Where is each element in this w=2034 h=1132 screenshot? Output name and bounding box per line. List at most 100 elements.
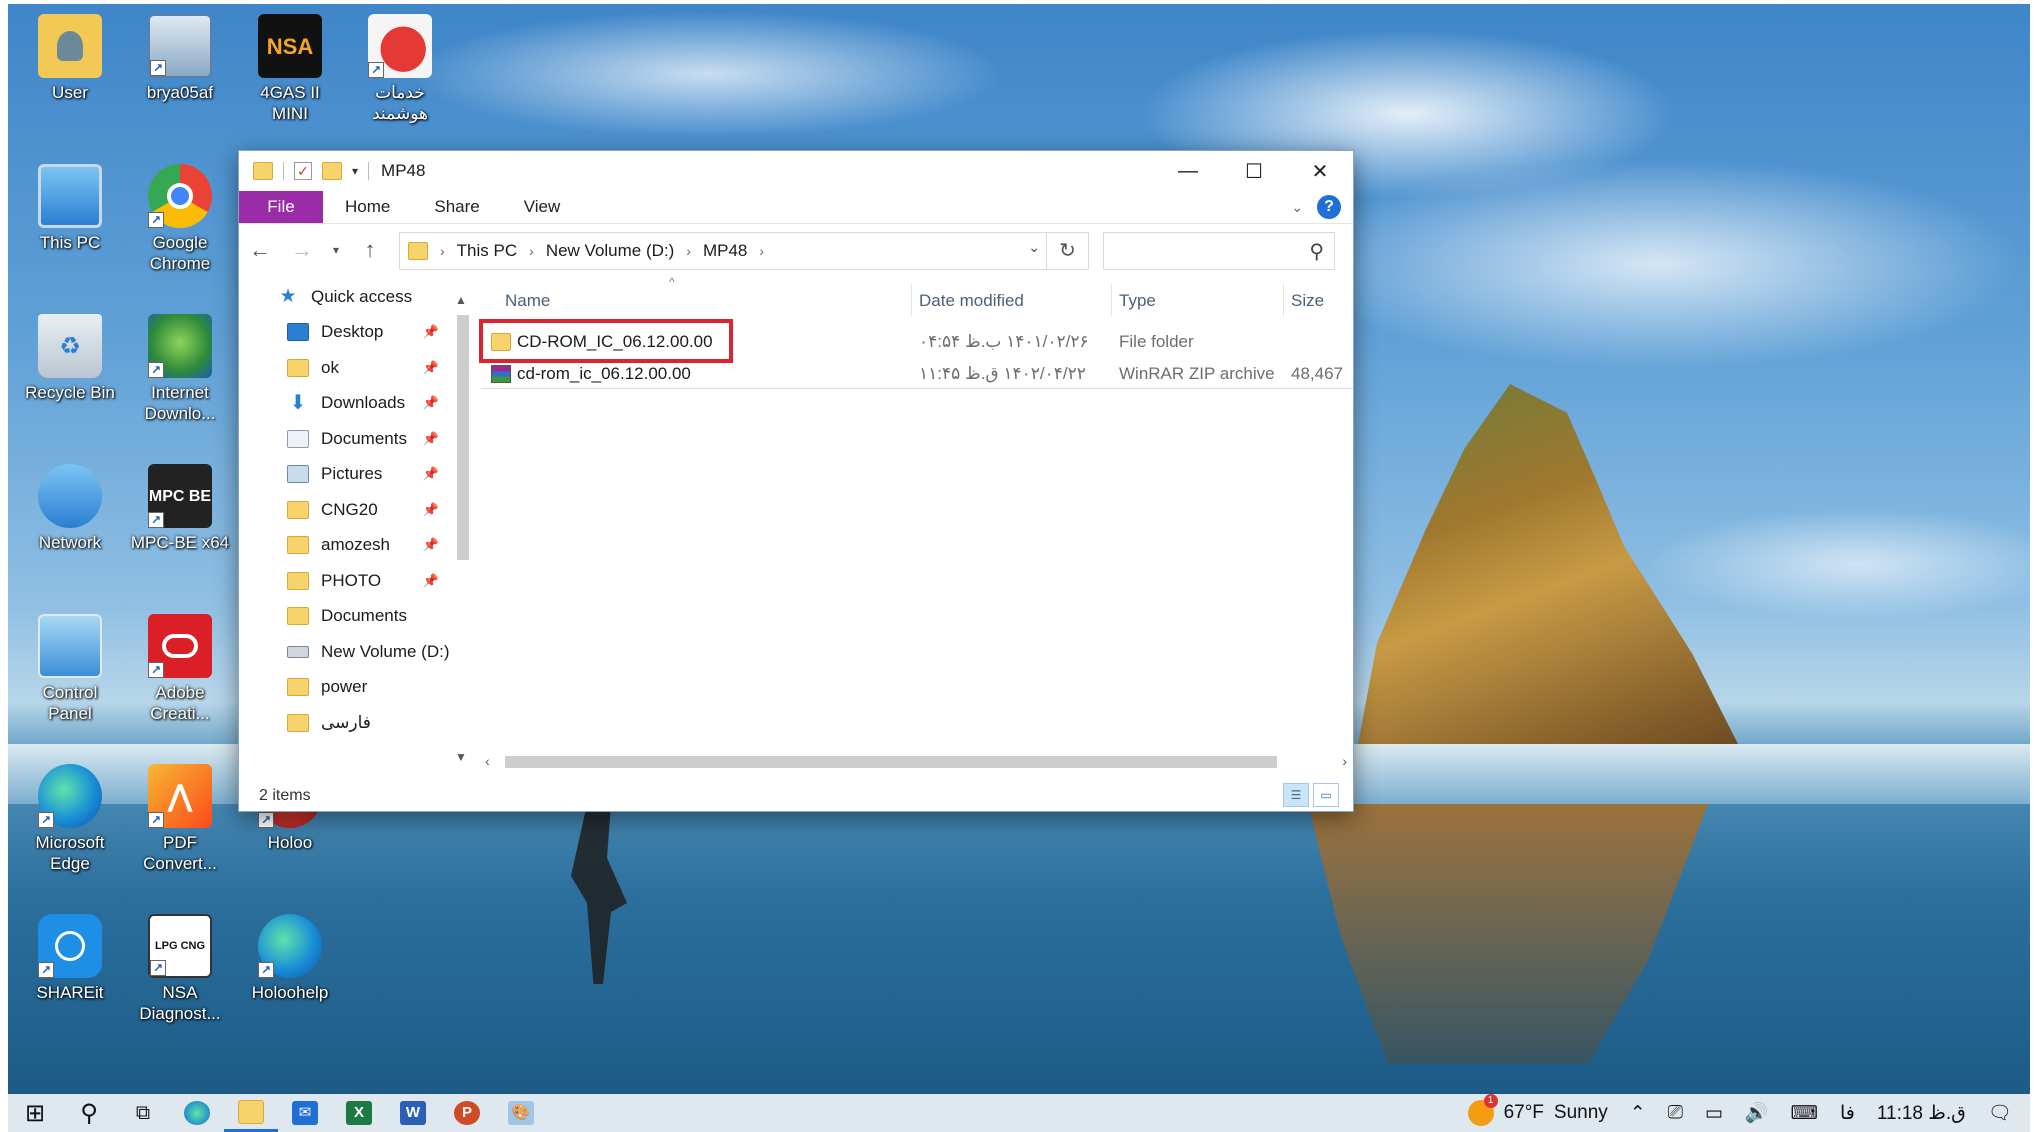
language-indicator[interactable]: فا [1840,1102,1855,1125]
taskbar-mail[interactable]: ✉ [278,1094,332,1132]
customize-toolbar-icon[interactable]: ▾ [352,164,358,178]
minimize-button[interactable]: — [1155,151,1221,191]
desktop-icon-control-panel[interactable]: Control Panel [20,614,120,724]
notifications-icon[interactable]: 🗨 [1988,1101,2012,1125]
column-header-date[interactable]: Date modified [919,291,1024,311]
scrollbar-thumb[interactable] [505,756,1277,768]
refresh-button[interactable]: ↻ [1047,232,1089,270]
column-divider[interactable] [911,283,912,317]
taskbar-word[interactable]: W [386,1094,440,1132]
folder-icon [287,571,309,590]
scroll-down-icon[interactable]: ▼ [455,750,467,764]
address-dropdown-icon[interactable]: ⌄ [1028,239,1040,256]
table-row[interactable]: cd-rom_ic_06.12.00.00 ۱۴۰۲/۰۴/۲۲ ق.ظ ۱۱:… [481,359,1353,389]
tab-share[interactable]: Share [412,191,501,223]
breadcrumb-mp48[interactable]: MP48 [703,241,747,261]
forward-arrow-icon[interactable]: → [281,237,323,263]
nav-item-farsi[interactable]: فارسی [239,705,453,741]
clock[interactable]: 11:18 ق.ظ [1877,1102,1966,1125]
search-button[interactable]: ⚲ [62,1094,116,1132]
taskbar-file-explorer[interactable] [224,1094,278,1132]
back-arrow-icon[interactable]: ← [239,237,281,263]
expand-ribbon-icon[interactable]: ⌄ [1291,199,1303,216]
nav-pane-scrollbar[interactable]: ▲ ▼ [453,291,473,766]
start-button[interactable]: ⊞ [8,1094,62,1132]
tab-view[interactable]: View [502,191,583,223]
chevron-right-icon[interactable]: › [529,243,534,259]
properties-icon[interactable]: ✓ [294,162,312,180]
breadcrumb-new-volume[interactable]: New Volume (D:) [546,241,674,261]
desktop-icon-4gas-ii-mini[interactable]: NSA 4GAS II MINI [240,14,340,124]
taskbar-paint[interactable]: 🎨 [494,1094,548,1132]
recent-locations-icon[interactable]: ▾ [323,243,349,257]
powerpoint-icon: P [454,1101,480,1125]
nav-item-photo[interactable]: PHOTO 📌 [239,563,453,599]
up-arrow-icon[interactable]: ↑ [349,237,391,263]
desktop-icon-brya05af[interactable]: ↗ brya05af [130,14,230,103]
address-bar[interactable]: › This PC › New Volume (D:) › MP48 › ⌄ [399,232,1047,270]
column-header-size[interactable]: Size [1291,291,1324,311]
tab-home[interactable]: Home [323,191,412,223]
desktop-icon-recycle-bin[interactable]: ♻ Recycle Bin [20,314,120,403]
scroll-up-icon[interactable]: ▲ [455,293,467,307]
desktop-icon-nsa-diagnostic[interactable]: LPG CNG ↗ NSA Diagnost... [130,914,230,1024]
nav-item-desktop[interactable]: Desktop 📌 [239,315,453,351]
desktop-icon-google-chrome[interactable]: ↗ Google Chrome [130,164,230,274]
nav-item-new-volume[interactable]: New Volume (D:) [239,634,453,670]
weather-widget[interactable]: 1 67°F Sunny [1467,1094,1608,1126]
title-bar[interactable]: ✓ ▾ MP48 — ☐ ✕ [239,151,1353,191]
desktop-icon-holoohelp[interactable]: ↗ Holoohelp [240,914,340,1003]
desktop-icon-smart-services[interactable]: ↗ خدمات هوشمند [350,14,450,124]
horizontal-scrollbar[interactable]: ‹ › [477,751,1353,773]
scroll-right-icon[interactable]: › [1342,753,1347,769]
desktop-icon-shareit[interactable]: ↗ SHAREit [20,914,120,1003]
nav-item-ok[interactable]: ok 📌 [239,350,453,386]
battery-icon[interactable]: ▭ [1705,1102,1723,1125]
scrollbar-thumb[interactable] [457,315,469,560]
new-folder-icon[interactable] [322,162,342,180]
show-hidden-icons-icon[interactable]: ⌃ [1630,1102,1646,1125]
maximize-button[interactable]: ☐ [1221,151,1287,191]
desktop-icon-this-pc[interactable]: This PC [20,164,120,253]
taskbar-excel[interactable]: X [332,1094,386,1132]
desktop-icon-internet-download-manager[interactable]: ↗ Internet Downlo... [130,314,230,424]
nav-item-amozesh[interactable]: amozesh 📌 [239,528,453,564]
nav-item-documents[interactable]: Documents 📌 [239,421,453,457]
nav-item-documents-folder[interactable]: Documents [239,599,453,635]
task-view-button[interactable]: ⧉ [116,1094,170,1132]
taskbar-edge[interactable] [170,1094,224,1132]
help-icon[interactable]: ? [1317,195,1341,219]
nav-item-downloads[interactable]: ⬇ Downloads 📌 [239,386,453,422]
device-icon[interactable]: ⎚ [1668,1102,1683,1124]
nav-item-cng20[interactable]: CNG20 📌 [239,492,453,528]
nav-item-label: New Volume (D:) [321,641,450,661]
desktop-icon-label: MPC-BE x64 [130,533,230,552]
folder-icon [287,536,309,555]
close-button[interactable]: ✕ [1287,151,1353,191]
desktop-icon-mpc-be[interactable]: MPC BE ↗ MPC-BE x64 [130,464,230,553]
volume-icon[interactable]: 🔊 [1745,1101,1769,1125]
tab-file[interactable]: File [239,191,323,223]
desktop-icon-microsoft-edge[interactable]: ↗ Microsoft Edge [20,764,120,874]
desktop-icon-network[interactable]: Network [20,464,120,553]
column-header-name[interactable]: Name [505,291,550,311]
taskbar-powerpoint[interactable]: P [440,1094,494,1132]
breadcrumb-this-pc[interactable]: This PC [457,241,517,261]
column-header-type[interactable]: Type [1119,291,1156,311]
details-view-icon[interactable]: ☰ [1283,783,1309,807]
nav-item-pictures[interactable]: Pictures 📌 [239,457,453,493]
column-divider[interactable] [1283,283,1284,317]
desktop-icon-user[interactable]: User [20,14,120,103]
chevron-right-icon[interactable]: › [686,243,691,259]
search-input[interactable]: ⚲ [1103,232,1335,270]
large-icons-view-icon[interactable]: ▭ [1313,783,1339,807]
nav-item-quick-access[interactable]: ★ Quick access [239,279,453,315]
desktop-icon-pdf-converter[interactable]: ⋀ ↗ PDF Convert... [130,764,230,874]
keyboard-icon[interactable]: ⌨ [1791,1102,1818,1125]
chevron-right-icon[interactable]: › [759,243,764,259]
excel-icon: X [346,1101,372,1125]
nav-item-power[interactable]: power [239,670,453,706]
desktop-icon-adobe-creative-cloud[interactable]: ↗ Adobe Creati... [130,614,230,724]
scroll-left-icon[interactable]: ‹ [485,753,490,769]
column-divider[interactable] [1111,283,1112,317]
